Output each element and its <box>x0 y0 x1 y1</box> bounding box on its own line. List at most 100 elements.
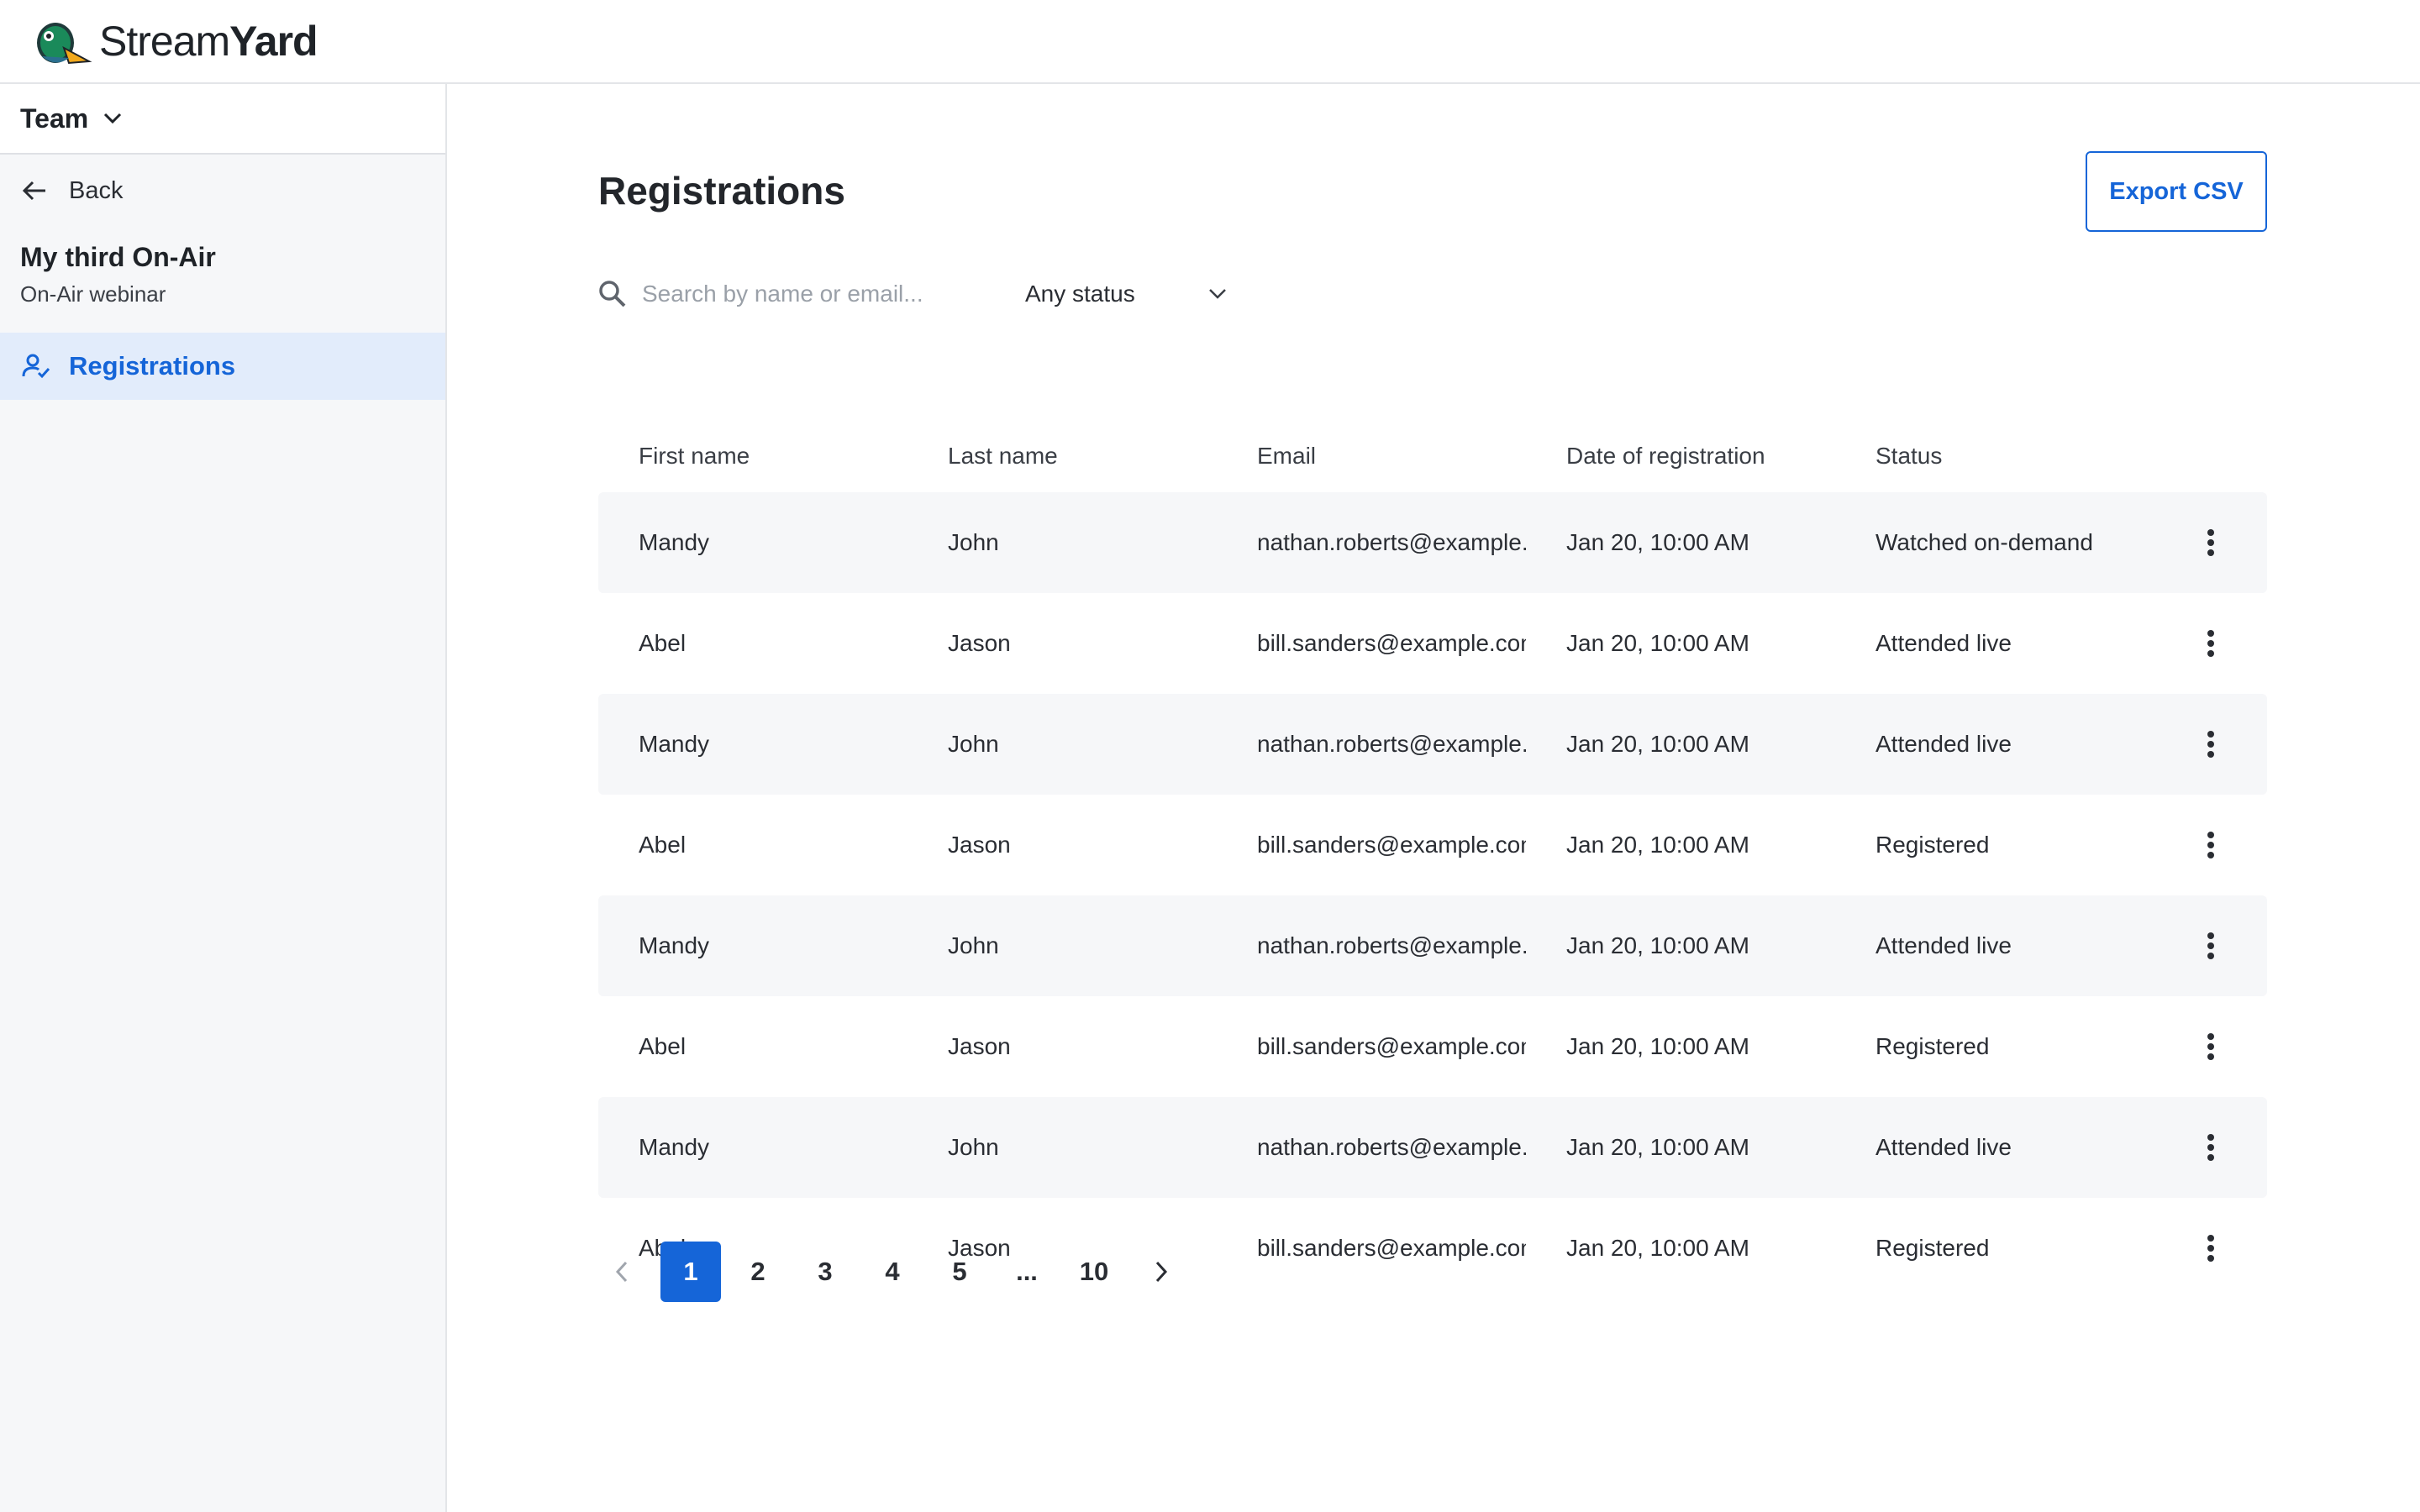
cell-email-text: bill.sanders@example.com <box>1257 1235 1526 1261</box>
back-link[interactable]: Back <box>0 158 445 223</box>
table-row: Abel Jason bill.sanders@example.com Jan … <box>598 996 2267 1097</box>
main-content: Registrations Export CSV Any status Firs… <box>449 84 2420 1512</box>
streamyard-logo[interactable]: StreamYard <box>30 14 318 68</box>
page-button-10[interactable]: 10 <box>1064 1242 1124 1302</box>
cell-date: Jan 20, 10:00 AM <box>1566 1033 1749 1059</box>
cell-status: Registered <box>1876 832 1990 858</box>
cell-last-name: John <box>948 529 999 555</box>
cell-date: Jan 20, 10:00 AM <box>1566 731 1749 757</box>
chevron-right-icon <box>1155 1261 1168 1283</box>
event-info: My third On-Air On-Air webinar <box>0 223 445 307</box>
arrow-left-icon <box>22 181 45 201</box>
cell-email-text: nathan.roberts@example.com <box>1257 529 1526 555</box>
column-header-email[interactable]: Email <box>1217 443 1526 470</box>
sidebar: Team Back My third On-Air On-Air webinar… <box>0 84 447 1512</box>
event-title: My third On-Air <box>20 242 216 272</box>
page-button-5[interactable]: 5 <box>929 1242 990 1302</box>
cell-first-name: Abel <box>639 832 687 858</box>
chevron-down-icon <box>104 113 122 124</box>
page-button-2[interactable]: 2 <box>728 1242 788 1302</box>
column-header-status[interactable]: Status <box>1835 443 2154 470</box>
more-vertical-icon <box>2207 731 2214 758</box>
cell-first-name: Mandy <box>639 529 710 555</box>
page-button-4[interactable]: 4 <box>862 1242 923 1302</box>
cell-email-text: bill.sanders@example.com <box>1257 1033 1526 1059</box>
more-vertical-icon <box>2207 1235 2214 1262</box>
cell-first-name: Mandy <box>639 731 710 757</box>
pagination: 1 2 3 4 5 ... 10 <box>598 1242 1200 1302</box>
cell-email: bill.sanders@example.com <box>1217 832 1526 858</box>
more-vertical-icon <box>2207 630 2214 657</box>
row-menu-button[interactable] <box>2194 618 2228 669</box>
cell-date: Jan 20, 10:00 AM <box>1566 529 1749 555</box>
cell-date: Jan 20, 10:00 AM <box>1566 1134 1749 1160</box>
cell-status: Attended live <box>1876 1134 2012 1160</box>
cell-email: bill.sanders@example.com <box>1217 1235 1526 1262</box>
registrations-table: First name Last name Email Date of regis… <box>598 420 2267 1299</box>
cell-first-name: Abel <box>639 1033 687 1059</box>
table-header: First name Last name Email Date of regis… <box>598 420 2267 492</box>
cell-date: Jan 20, 10:00 AM <box>1566 630 1749 656</box>
search-input[interactable] <box>642 281 961 307</box>
page-title: Registrations <box>598 169 845 213</box>
next-page-button[interactable] <box>1138 1242 1185 1302</box>
cell-email: nathan.roberts@example.com <box>1217 1134 1526 1161</box>
table-row: Mandy John nathan.roberts@example.com Ja… <box>598 694 2267 795</box>
table-row: Mandy John nathan.roberts@example.com Ja… <box>598 1097 2267 1198</box>
cell-status: Registered <box>1876 1033 1990 1059</box>
cell-date: Jan 20, 10:00 AM <box>1566 932 1749 958</box>
page-button-3[interactable]: 3 <box>795 1242 855 1302</box>
cell-last-name: John <box>948 1134 999 1160</box>
cell-first-name: Abel <box>639 630 687 656</box>
team-label: Team <box>20 102 89 134</box>
cell-email: nathan.roberts@example.com <box>1217 731 1526 758</box>
cell-status: Watched on-demand <box>1876 529 2093 555</box>
top-header: StreamYard <box>0 0 2420 84</box>
row-menu-button[interactable] <box>2194 921 2228 971</box>
cell-email-text: nathan.roberts@example.com <box>1257 731 1526 757</box>
sidebar-item-registrations[interactable]: Registrations <box>0 333 445 400</box>
event-subtitle: On-Air webinar <box>20 281 166 307</box>
more-vertical-icon <box>2207 932 2214 959</box>
cell-email-text: bill.sanders@example.com <box>1257 832 1526 858</box>
column-header-last-name[interactable]: Last name <box>908 443 1217 470</box>
team-selector[interactable]: Team <box>0 84 445 155</box>
cell-date: Jan 20, 10:00 AM <box>1566 832 1749 858</box>
chevron-down-icon <box>1209 289 1226 299</box>
status-filter-value: Any status <box>1025 281 1135 307</box>
column-header-date[interactable]: Date of registration <box>1526 443 1835 470</box>
page-button-1[interactable]: 1 <box>660 1242 721 1302</box>
row-menu-button[interactable] <box>2194 1021 2228 1072</box>
cell-email-text: bill.sanders@example.com <box>1257 630 1526 656</box>
row-menu-button[interactable] <box>2194 517 2228 568</box>
cell-status: Attended live <box>1876 731 2012 757</box>
person-check-icon <box>22 354 50 379</box>
row-menu-button[interactable] <box>2194 719 2228 769</box>
cell-status: Attended live <box>1876 630 2012 656</box>
page-ellipsis: ... <box>1016 1257 1038 1286</box>
column-header-first-name[interactable]: First name <box>598 443 908 470</box>
table-row: Abel Jason bill.sanders@example.com Jan … <box>598 593 2267 694</box>
search-icon <box>599 281 626 307</box>
cell-email: bill.sanders@example.com <box>1217 1033 1526 1060</box>
chevron-left-icon <box>615 1261 628 1283</box>
row-menu-button[interactable] <box>2194 820 2228 870</box>
search-box[interactable] <box>598 274 968 314</box>
cell-email-text: nathan.roberts@example.com <box>1257 932 1526 958</box>
table-row: Abel Jason bill.sanders@example.com Jan … <box>598 795 2267 895</box>
sidebar-item-label: Registrations <box>69 351 236 381</box>
row-menu-button[interactable] <box>2194 1122 2228 1173</box>
row-menu-button[interactable] <box>2194 1223 2228 1273</box>
cell-last-name: Jason <box>948 1033 1011 1059</box>
export-csv-button[interactable]: Export CSV <box>2086 151 2267 232</box>
status-filter-select[interactable]: Any status <box>1025 274 1227 314</box>
cell-first-name: Mandy <box>639 932 710 958</box>
more-vertical-icon <box>2207 1134 2214 1161</box>
previous-page-button[interactable] <box>598 1242 645 1302</box>
back-label: Back <box>69 176 124 204</box>
logo-wordmark: StreamYard <box>99 18 318 65</box>
duck-logo-icon <box>37 23 92 65</box>
cell-last-name: Jason <box>948 832 1011 858</box>
cell-email: nathan.roberts@example.com <box>1217 932 1526 959</box>
cell-email-text: nathan.roberts@example.com <box>1257 1134 1526 1160</box>
